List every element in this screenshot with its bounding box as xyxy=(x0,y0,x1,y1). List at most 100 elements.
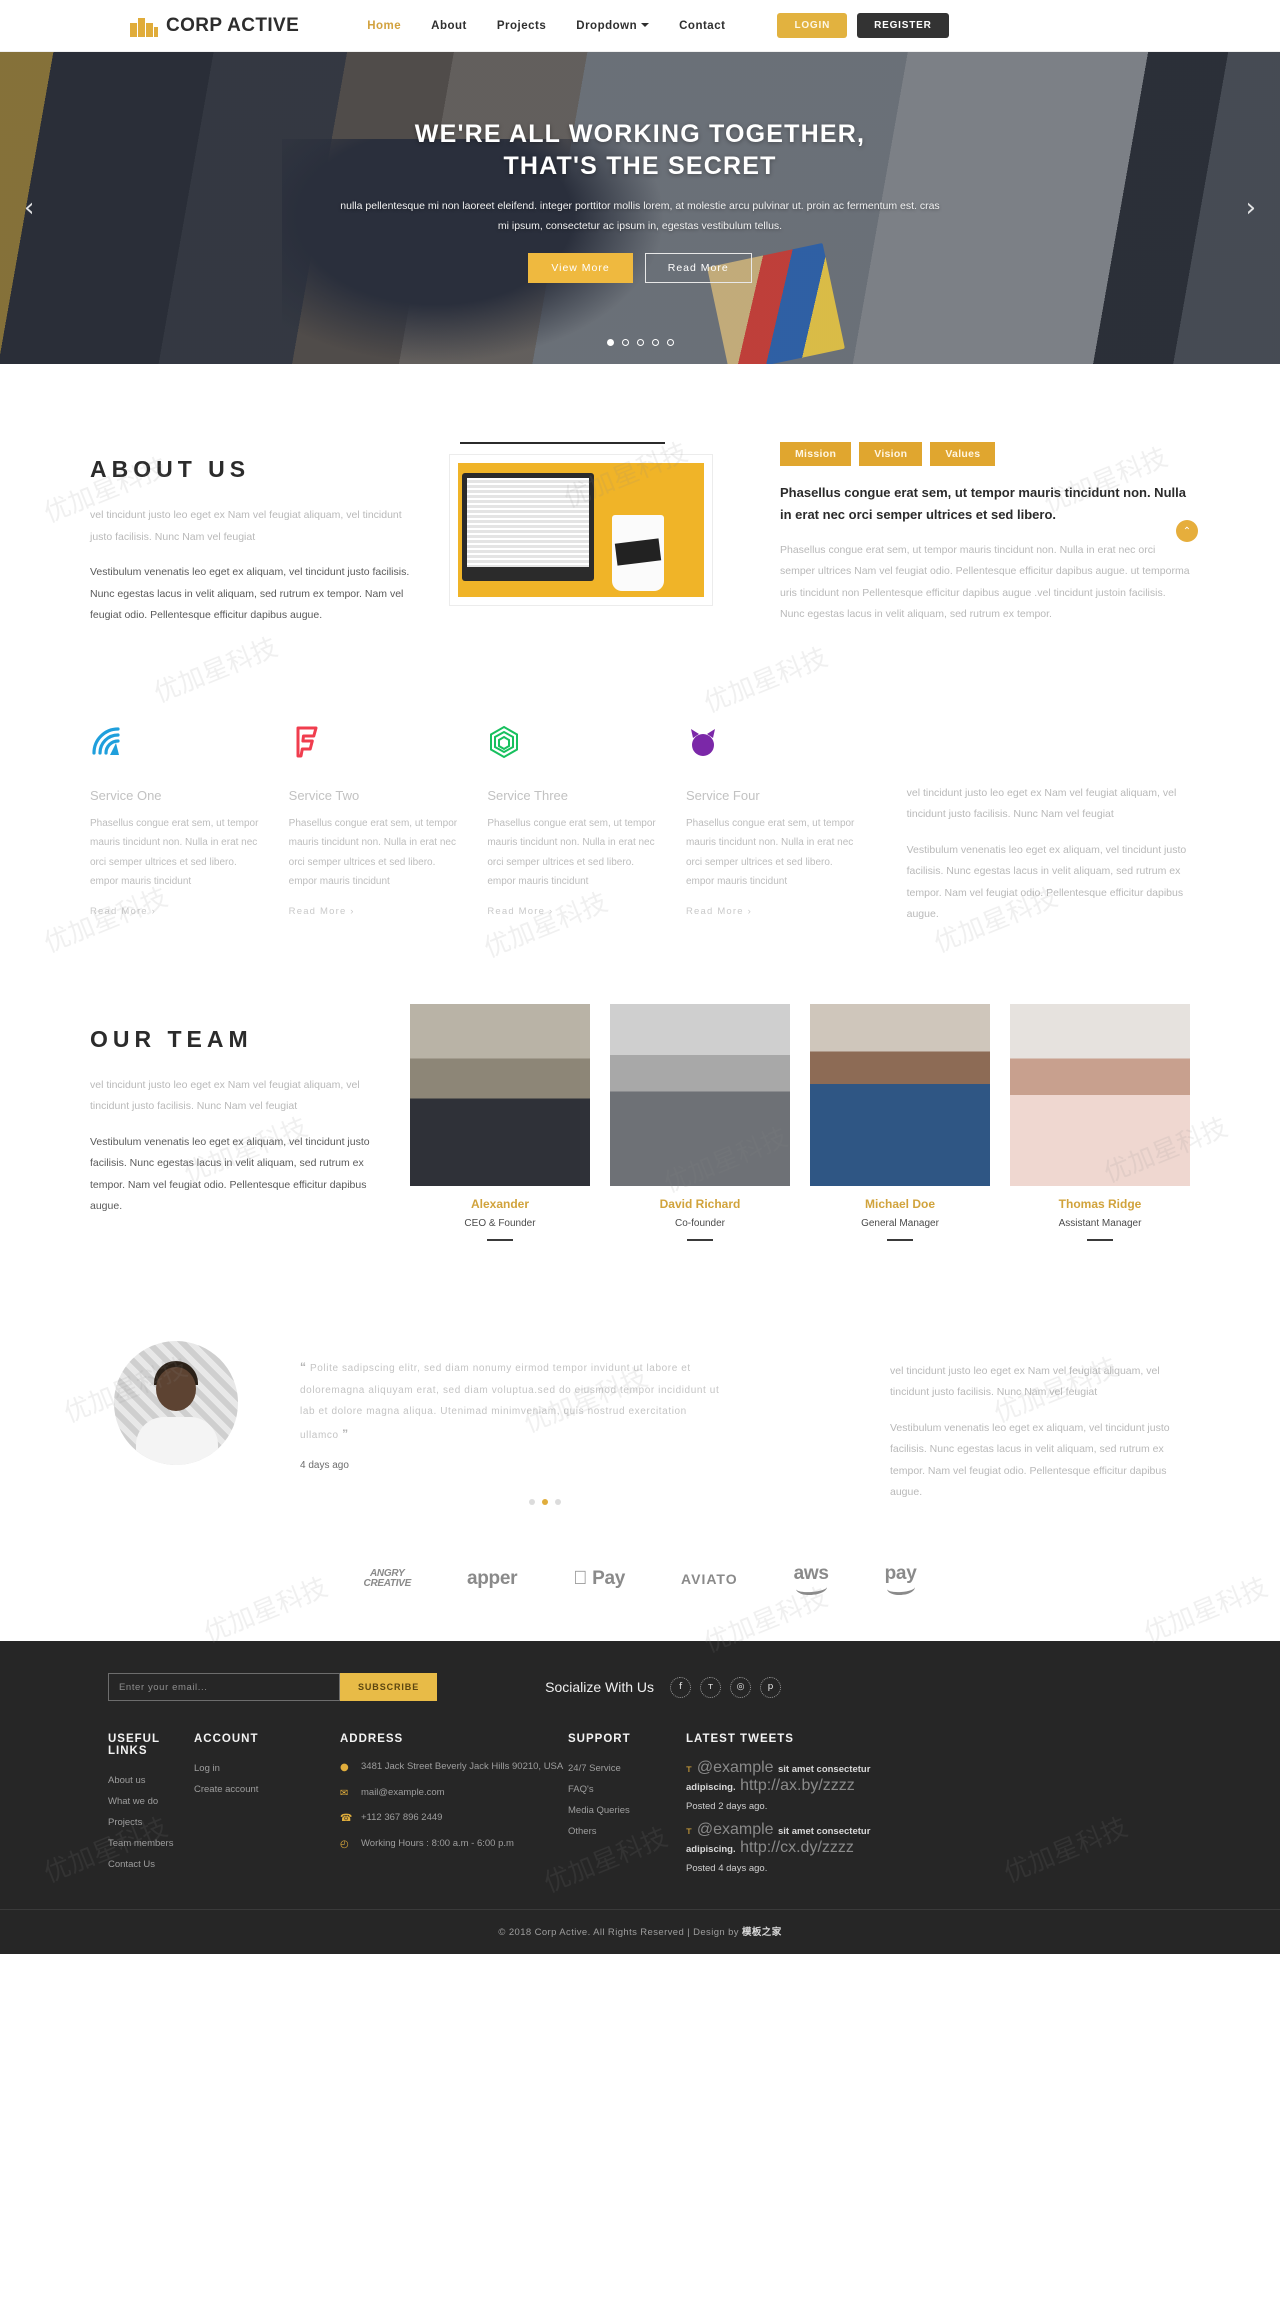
tweet-meta: Posted 2 days ago. xyxy=(686,1801,768,1813)
team-member-name: Michael Doe xyxy=(864,1196,936,1211)
pinterest-icon[interactable]: p xyxy=(760,1676,782,1698)
slider-dot-5[interactable] xyxy=(666,339,674,346)
clock-icon: ◴ xyxy=(340,1838,349,1850)
team-member-card[interactable]: Alexander CEO & Founder xyxy=(410,1003,590,1241)
nav-item-projects[interactable]: Projects xyxy=(497,20,546,32)
tweet-handle[interactable]: @example xyxy=(697,1821,774,1838)
team-member-role: General Manager xyxy=(861,1217,939,1229)
slider-dot-1[interactable] xyxy=(606,339,614,346)
team-member-card[interactable]: David Richard Co-founder xyxy=(610,1003,790,1241)
team-member-role: Co-founder xyxy=(674,1217,726,1229)
register-button[interactable]: REGISTER xyxy=(857,13,949,38)
testimonial-dots xyxy=(210,1499,880,1506)
footer-link-what-we-do[interactable]: What we do xyxy=(108,1792,194,1813)
testimonial-dot-3[interactable] xyxy=(555,1499,561,1506)
copyright-text: © 2018 Corp Active. All Rights Reserved … xyxy=(498,1927,742,1939)
slider-dot-3[interactable] xyxy=(636,339,644,346)
address-phone-text: +112 367 896 2449 xyxy=(361,1812,443,1824)
testimonial-dot-2[interactable] xyxy=(542,1499,548,1506)
testimonial-dot-1[interactable] xyxy=(529,1499,535,1506)
service-card-1: Service One Phasellus congue erat sem, u… xyxy=(90,725,264,926)
team-member-photo xyxy=(1010,1003,1190,1186)
footer-link-others[interactable]: Others xyxy=(568,1822,686,1843)
team-member-card[interactable]: Michael Doe General Manager xyxy=(810,1003,990,1241)
address-email-text[interactable]: mail@example.com xyxy=(361,1785,445,1803)
slider-dots xyxy=(0,339,1280,346)
subscribe-button[interactable]: SUBSCRIBE xyxy=(340,1673,438,1702)
footer-link-media-queries[interactable]: Media Queries xyxy=(568,1801,686,1822)
hero-read-more-button[interactable]: Read More xyxy=(644,252,752,283)
address-row-location: ● 3481 Jack Street Beverly Jack Hills 90… xyxy=(340,1759,568,1777)
services-side-text: vel tincidunt justo leo eget ex Nam vel … xyxy=(907,725,1190,926)
brand-logo[interactable]: CORP ACTIVE xyxy=(130,15,299,37)
scroll-to-top-button[interactable]: ⌃ xyxy=(1176,520,1198,542)
team-member-divider xyxy=(487,1238,513,1241)
copyright-bar: © 2018 Corp Active. All Rights Reserved … xyxy=(0,1909,1280,1954)
about-tabs: Mission Vision Values xyxy=(780,442,1190,466)
tweet-link[interactable]: http://ax.by/zzzz xyxy=(740,1777,855,1794)
about-paragraph-2: Vestibulum venenatis leo eget ex aliquam… xyxy=(90,566,410,622)
footer-link-projects[interactable]: Projects xyxy=(108,1813,194,1834)
nav-item-home[interactable]: Home xyxy=(367,20,401,32)
footer-link-login[interactable]: Log in xyxy=(194,1759,340,1780)
service-read-more-4[interactable]: Read More › xyxy=(686,906,752,917)
footer-tweets-title: LATEST TWEETS xyxy=(686,1733,794,1746)
brand-name: CORP ACTIVE xyxy=(166,14,300,36)
slider-dot-2[interactable] xyxy=(621,339,629,346)
twitter-icon[interactable]: ᴛ xyxy=(700,1676,722,1698)
team-section: OUR TEAM vel tincidunt justo leo eget ex… xyxy=(0,960,1280,1281)
footer-address-title: ADDRESS xyxy=(340,1733,404,1746)
tab-values[interactable]: Values xyxy=(930,442,996,466)
aws-logo: aws xyxy=(794,1563,829,1595)
team-member-divider xyxy=(1087,1238,1113,1241)
service-read-more-1[interactable]: Read More › xyxy=(90,906,156,917)
instagram-icon[interactable]: ◎ xyxy=(730,1676,752,1698)
service-read-more-2[interactable]: Read More › xyxy=(289,906,355,917)
service-text-4: Phasellus congue erat sem, ut tempor mau… xyxy=(685,817,855,888)
service-card-3: Service Three Phasellus congue erat sem,… xyxy=(487,725,661,926)
amazon-pay-logo: pay xyxy=(885,1563,917,1595)
team-member-photo xyxy=(810,1003,990,1186)
top-navbar: CORP ACTIVE Home About Projects Dropdown… xyxy=(0,0,1280,52)
login-button[interactable]: LOGIN xyxy=(777,13,848,38)
team-paragraph-2: Vestibulum venenatis leo eget ex aliquam… xyxy=(90,1135,370,1213)
nav-item-about[interactable]: About xyxy=(431,20,467,32)
tweet-handle[interactable]: @example xyxy=(697,1759,774,1776)
nav-item-contact[interactable]: Contact xyxy=(679,20,725,32)
quote-close-icon: ” xyxy=(342,1426,349,1441)
apple-pay-logo:  Pay xyxy=(573,1568,625,1590)
service-read-more-3[interactable]: Read More › xyxy=(487,906,553,917)
address-row-hours: ◴ Working Hours : 8:00 a.m - 6:00 p.m xyxy=(340,1836,568,1854)
testimonial-timestamp: 4 days ago xyxy=(300,1460,349,1472)
team-member-role: Assistant Manager xyxy=(1058,1217,1142,1229)
footer-link-about-us[interactable]: About us xyxy=(108,1771,194,1792)
address-location-text: 3481 Jack Street Beverly Jack Hills 9021… xyxy=(361,1761,564,1773)
team-member-card[interactable]: Thomas Ridge Assistant Manager xyxy=(1010,1003,1190,1241)
brand-logos-row: ANGRYCREATIVE apper  Pay AVIATO aws pay xyxy=(0,1529,1280,1641)
laptop-graphic xyxy=(462,473,594,581)
footer-link-faqs[interactable]: FAQ's xyxy=(568,1780,686,1801)
tab-vision[interactable]: Vision xyxy=(859,442,923,466)
footer-link-team-members[interactable]: Team members xyxy=(108,1834,194,1855)
quote-open-icon: “ xyxy=(300,1359,307,1374)
footer-link-contact-us[interactable]: Contact Us xyxy=(108,1855,194,1876)
footer-link-create-account[interactable]: Create account xyxy=(194,1780,340,1801)
envelope-icon: ✉ xyxy=(340,1787,349,1799)
slider-prev-arrow[interactable]: ‹ xyxy=(24,195,34,221)
newsletter-email-input[interactable] xyxy=(108,1673,340,1702)
tweet-link[interactable]: http://cx.dy/zzzz xyxy=(740,1839,854,1856)
address-row-phone: ☎ +112 367 896 2449 xyxy=(340,1810,568,1828)
facebook-icon[interactable]: f xyxy=(670,1676,692,1698)
team-member-name: Thomas Ridge xyxy=(1058,1196,1142,1211)
slider-dot-4[interactable] xyxy=(651,339,659,346)
footer-link-247-service[interactable]: 24/7 Service xyxy=(568,1759,686,1780)
slider-next-arrow[interactable]: › xyxy=(1246,195,1256,221)
social-links: f ᴛ ◎ p xyxy=(670,1676,782,1698)
services-side-paragraph-2: Vestibulum venenatis leo eget ex aliquam… xyxy=(906,843,1187,921)
nav-item-dropdown[interactable]: Dropdown xyxy=(576,20,650,32)
foursquare-flag-icon xyxy=(296,726,318,758)
footer-useful-links-title: USEFUL LINKS xyxy=(108,1733,160,1758)
angry-creative-logo: ANGRY CREATIVE xyxy=(363,1567,412,1590)
tab-mission[interactable]: Mission xyxy=(780,442,852,466)
hero-view-more-button[interactable]: View More xyxy=(528,252,633,283)
